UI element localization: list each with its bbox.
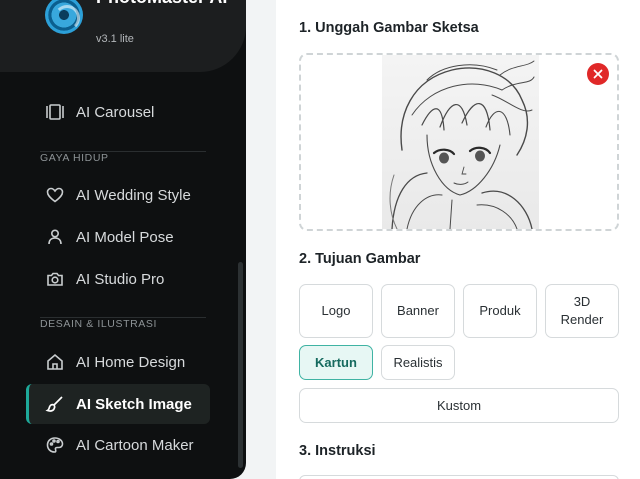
sidebar-item-ai-studio-pro[interactable]: AI Studio Pro xyxy=(26,259,210,299)
option-banner[interactable]: Banner xyxy=(381,284,455,338)
sidebar-item-label: AI Home Design xyxy=(76,353,186,371)
sidebar-item-ai-sketch-image[interactable]: AI Sketch Image xyxy=(26,384,210,424)
sidebar-item-ai-model-pose[interactable]: AI Model Pose xyxy=(26,217,210,257)
sidebar: PhotoMaster AI v3.1 lite AI Carousel GAY… xyxy=(0,0,246,479)
option-3d-render[interactable]: 3D Render xyxy=(545,284,619,338)
remove-image-button[interactable] xyxy=(587,63,609,85)
sidebar-item-ai-wedding-style[interactable]: AI Wedding Style xyxy=(26,175,210,215)
person-icon xyxy=(45,227,65,247)
close-icon xyxy=(593,69,603,79)
sidebar-scrollbar[interactable] xyxy=(238,262,243,468)
main-panel: 1. Unggah Gambar Sketsa 2. Tujuan Gambar… xyxy=(276,0,640,479)
palette-icon xyxy=(45,435,65,455)
upload-section-title: 1. Unggah Gambar Sketsa xyxy=(299,20,479,36)
brand-header: PhotoMaster AI v3.1 lite xyxy=(0,0,246,72)
section-label-design: DESAIN & ILUSTRASI xyxy=(40,318,157,330)
sidebar-item-label: AI Cartoon Maker xyxy=(76,436,194,454)
option-logo[interactable]: Logo xyxy=(299,284,373,338)
sidebar-item-label: AI Sketch Image xyxy=(76,395,192,413)
app-version: v3.1 lite xyxy=(96,33,134,45)
option-produk[interactable]: Produk xyxy=(463,284,537,338)
app-logo-icon xyxy=(45,0,83,34)
carousel-icon xyxy=(45,102,65,122)
sidebar-item-label: AI Carousel xyxy=(76,103,155,121)
section-label-lifestyle: GAYA HIDUP xyxy=(40,152,109,164)
sidebar-item-ai-carousel[interactable]: AI Carousel xyxy=(26,92,210,132)
brush-icon xyxy=(45,394,65,414)
heart-icon xyxy=(45,185,65,205)
uploaded-sketch-image xyxy=(382,55,539,229)
purpose-section-title: 2. Tujuan Gambar xyxy=(299,251,421,267)
app-title: PhotoMaster AI xyxy=(96,0,236,10)
option-kustom[interactable]: Kustom xyxy=(299,388,619,423)
option-realistis[interactable]: Realistis xyxy=(381,345,455,380)
option-kartun[interactable]: Kartun xyxy=(299,345,373,380)
camera-icon xyxy=(45,269,65,289)
sidebar-item-ai-cartoon-maker[interactable]: AI Cartoon Maker xyxy=(26,425,210,465)
instructions-input[interactable] xyxy=(299,475,619,479)
sidebar-item-label: AI Wedding Style xyxy=(76,186,191,204)
sidebar-item-label: AI Studio Pro xyxy=(76,270,165,288)
upload-dropzone[interactable] xyxy=(299,53,619,231)
home-icon xyxy=(45,352,65,372)
instructions-section-title: 3. Instruksi xyxy=(299,443,376,459)
sidebar-item-label: AI Model Pose xyxy=(76,228,174,246)
sidebar-item-ai-home-design[interactable]: AI Home Design xyxy=(26,342,210,382)
